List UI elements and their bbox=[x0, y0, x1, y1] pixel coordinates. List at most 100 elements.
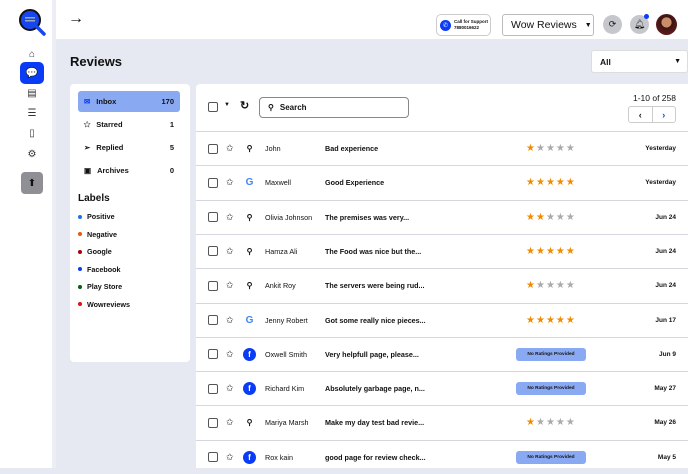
caret-down-icon: ▼ bbox=[584, 21, 592, 29]
reviewer-name: Maxwell bbox=[265, 178, 291, 188]
folder-archives[interactable]: ▣ Archives 0 bbox=[78, 160, 180, 181]
notifications-button[interactable]: 🔔︎ bbox=[630, 14, 649, 34]
review-date: Jun 24 bbox=[655, 213, 676, 221]
star-toggle-icon[interactable]: ✩ bbox=[226, 417, 234, 428]
label-negative[interactable]: Negative bbox=[78, 230, 117, 239]
row-checkbox[interactable] bbox=[208, 143, 218, 154]
row-checkbox[interactable] bbox=[208, 383, 218, 394]
avatar[interactable] bbox=[656, 14, 677, 35]
star-toggle-icon[interactable]: ✩ bbox=[226, 246, 234, 257]
row-checkbox[interactable] bbox=[208, 417, 218, 428]
home-icon[interactable]: ⌂ bbox=[22, 44, 42, 64]
review-row[interactable]: ✩ G Jenny Robert Got some really nice pi… bbox=[196, 302, 688, 337]
prev-page-button[interactable]: ‹ bbox=[629, 107, 652, 122]
star-toggle-icon[interactable]: ✩ bbox=[226, 349, 234, 360]
wowreviews-source-icon: ⚲ bbox=[246, 246, 253, 256]
label-wowreviews[interactable]: Wowreviews bbox=[78, 300, 130, 309]
review-subject: The premises was very... bbox=[325, 212, 410, 222]
server-icon[interactable]: ☰ bbox=[22, 103, 42, 123]
search-icon: ⚲ bbox=[268, 103, 274, 112]
reviewer-name: Oxwell Smith bbox=[265, 349, 307, 359]
rating-stars: ★★★★★ bbox=[526, 315, 576, 326]
settings-gear-icon[interactable]: ⚙ bbox=[22, 144, 42, 164]
star-toggle-icon[interactable]: ✩ bbox=[226, 143, 234, 154]
bell-icon: 🔔︎ bbox=[633, 19, 646, 29]
review-row[interactable]: ✩ f Richard Kim Absolutely garbage page,… bbox=[196, 371, 688, 405]
row-checkbox[interactable] bbox=[208, 452, 218, 463]
rating-star-icon: ★ bbox=[555, 211, 566, 223]
review-row[interactable]: ✩ ⚲ Ankit Roy The servers were being rud… bbox=[196, 268, 688, 302]
review-subject: Good Experience bbox=[325, 178, 385, 188]
label-facebook[interactable]: Facebook bbox=[78, 265, 121, 274]
sync-button[interactable]: ⟳ bbox=[603, 15, 622, 34]
folder-starred[interactable]: ✩ Starred 1 bbox=[78, 114, 180, 135]
wowreviews-source-icon: ⚲ bbox=[246, 212, 253, 222]
review-subject: Got some really nice pieces... bbox=[325, 315, 426, 325]
row-checkbox[interactable] bbox=[208, 212, 218, 223]
review-row[interactable]: ✩ G Maxwell Good Experience ★★★★★ Yester… bbox=[196, 165, 688, 199]
arrow-right-icon[interactable]: → bbox=[68, 10, 84, 28]
select-all-checkbox[interactable] bbox=[208, 102, 218, 112]
business-select[interactable]: Wow Reviews ▼ bbox=[502, 14, 594, 36]
facebook-source-icon: f bbox=[243, 347, 256, 361]
search-input[interactable]: ⚲ Search bbox=[259, 97, 409, 118]
folder-replied[interactable]: ➢ Replied 5 bbox=[78, 137, 180, 158]
row-checkbox[interactable] bbox=[208, 177, 218, 188]
refresh-icon[interactable]: ↻ bbox=[240, 99, 249, 112]
star-toggle-icon[interactable]: ✩ bbox=[226, 280, 234, 291]
star-toggle-icon[interactable]: ✩ bbox=[226, 212, 234, 223]
row-checkbox[interactable] bbox=[208, 246, 218, 257]
rating-star-icon: ★ bbox=[535, 177, 546, 189]
review-row[interactable]: ✩ ⚲ Hamza Ali The Food was nice but the.… bbox=[196, 233, 688, 268]
reviews-list: ▼ ↻ ⚲ Search 1-10 of 258 ‹ › ✩ ⚲ John Bad … bbox=[196, 84, 688, 468]
reviewer-name: Rox kain bbox=[265, 452, 293, 462]
upload-icon[interactable]: ⬆ bbox=[21, 172, 43, 194]
folder-inbox[interactable]: ✉ Inbox 170 bbox=[78, 91, 180, 112]
wowreviews-source-icon: ⚲ bbox=[246, 281, 253, 291]
rating-star-icon: ★ bbox=[526, 143, 536, 154]
review-row[interactable]: ✩ ⚲ Mariya Marsh Make my day test bad re… bbox=[196, 405, 688, 439]
call-support-button[interactable]: ✆ Call for Support 7880016622 bbox=[436, 14, 491, 36]
review-row[interactable]: ✩ ⚲ John Bad experience ★★★★★ Yesterday bbox=[196, 131, 688, 165]
rating-stars: ★★★★★ bbox=[526, 177, 576, 188]
rating-star-icon: ★ bbox=[555, 143, 566, 154]
rating-stars: ★★★★★ bbox=[526, 417, 576, 428]
review-subject: The servers were being rud... bbox=[325, 281, 425, 291]
rating-stars: ★★★★★ bbox=[526, 143, 576, 154]
next-page-button[interactable]: › bbox=[651, 107, 676, 122]
review-subject: good page for review check... bbox=[325, 452, 426, 462]
label-positive[interactable]: Positive bbox=[78, 212, 115, 221]
rating-star-icon: ★ bbox=[565, 417, 576, 429]
rating-star-icon: ★ bbox=[545, 314, 556, 326]
review-row[interactable]: ✩ ⚲ Olivia Johnson The premises was very… bbox=[196, 199, 688, 234]
rating-star-icon: ★ bbox=[555, 177, 566, 189]
reports-icon[interactable]: ▤ bbox=[22, 83, 42, 103]
document-icon[interactable]: ▯ bbox=[22, 123, 42, 143]
review-row[interactable]: ✩ f Oxwell Smith Very helpfull page, ple… bbox=[196, 336, 688, 371]
label-google[interactable]: Google bbox=[78, 247, 112, 256]
row-checkbox[interactable] bbox=[208, 280, 218, 291]
folder-count: 170 bbox=[161, 97, 174, 106]
star-toggle-icon[interactable]: ✩ bbox=[226, 383, 234, 394]
rating-star-icon: ★ bbox=[535, 280, 546, 292]
star-toggle-icon[interactable]: ✩ bbox=[226, 315, 234, 326]
label-play-store[interactable]: Play Store bbox=[78, 282, 122, 291]
row-checkbox[interactable] bbox=[208, 349, 218, 360]
select-caret-icon[interactable]: ▼ bbox=[224, 102, 230, 108]
filter-select[interactable]: All ▼ bbox=[591, 50, 688, 73]
labels-heading: Labels bbox=[78, 193, 110, 204]
row-checkbox[interactable] bbox=[208, 315, 218, 325]
rating-star-icon: ★ bbox=[545, 417, 556, 429]
rating-star-icon: ★ bbox=[555, 314, 566, 326]
reviews-chat-icon[interactable]: 💬 bbox=[20, 62, 44, 84]
rating-star-icon: ★ bbox=[535, 211, 546, 223]
rating-star-icon: ★ bbox=[565, 177, 576, 189]
review-date: Jun 9 bbox=[659, 350, 676, 358]
star-toggle-icon[interactable]: ✩ bbox=[226, 452, 234, 463]
inbox-icon: ✉ bbox=[84, 97, 91, 106]
folder-count: 5 bbox=[169, 143, 174, 152]
star-toggle-icon[interactable]: ✩ bbox=[226, 177, 234, 188]
rating-stars: ★★★★★ bbox=[526, 246, 576, 257]
reviewer-name: Mariya Marsh bbox=[265, 418, 309, 428]
review-row[interactable]: ✩ f Rox kain good page for review check.… bbox=[196, 439, 688, 474]
